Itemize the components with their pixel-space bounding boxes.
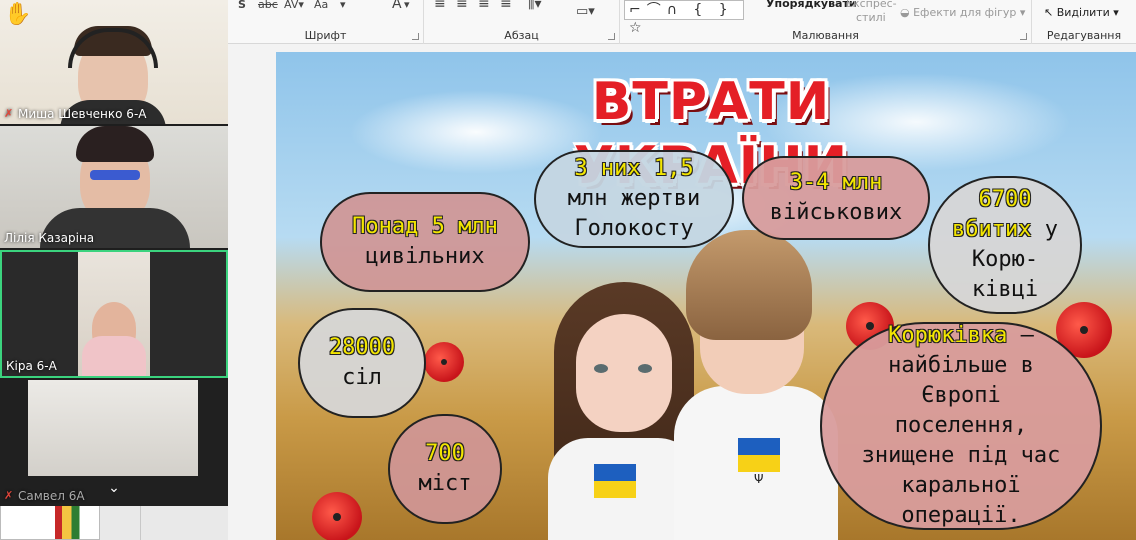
fact-text: млн жертви Голокосту <box>567 186 701 241</box>
fact-highlight: 28000 <box>328 335 396 360</box>
poppy-decoration <box>424 342 464 382</box>
participant-name: ✗ Миша Шевченко 6-А <box>4 107 147 121</box>
shapes-gallery[interactable]: ⌐⌒∩ { } ☆ <box>624 0 744 36</box>
dialog-launcher-icon[interactable] <box>412 33 419 40</box>
trident-icon: Ψ <box>754 472 764 486</box>
align-right-icon[interactable]: ≡ <box>478 0 490 12</box>
participant-tile[interactable]: Лілія Казаріна <box>0 126 228 248</box>
dialog-launcher-icon[interactable] <box>608 33 615 40</box>
convert-smartart-icon[interactable]: ▭▾ <box>576 4 595 19</box>
strikethrough-button[interactable]: abc <box>258 0 278 11</box>
shape-effects-label: Ефекти для фігур <box>913 6 1017 19</box>
quick-styles-button[interactable]: Експрес- <box>846 0 897 10</box>
fact-bubble-civilians[interactable]: Понад 5 млн цивільних <box>320 192 530 292</box>
ribbon: S abc AV▾ Aa ▾ A ▾ Шрифт ≡ ≡ ≡ ≡ ⫼▾ ▭▾ А… <box>228 0 1136 44</box>
font-color-button[interactable]: A <box>392 0 402 12</box>
participant-video <box>28 380 198 476</box>
glasses-icon <box>90 170 140 180</box>
participant-video <box>78 252 150 376</box>
fact-bubble-military[interactable]: 3-4 млн військових <box>742 156 930 240</box>
chevron-down-icon[interactable]: ▾ <box>340 0 346 11</box>
char-spacing-button[interactable]: AV▾ <box>284 0 304 11</box>
ribbon-group-label: Малювання <box>792 29 859 42</box>
select-label: Виділити <box>1056 6 1110 19</box>
participant-name: Лілія Казаріна <box>4 231 95 245</box>
fact-highlight: 3-4 млн <box>789 170 883 195</box>
arrange-button[interactable]: Упорядкувати <box>766 0 857 10</box>
align-left-icon[interactable]: ≡ <box>434 0 446 12</box>
fact-bubble-cities[interactable]: 700 міст <box>388 414 502 524</box>
select-button[interactable]: ↖ Виділити ▾ <box>1044 6 1119 19</box>
fact-text: – найбільше в Європі поселення, знищене … <box>861 323 1061 528</box>
chevron-down-icon[interactable]: ⌄ <box>104 480 124 498</box>
fact-highlight: Понад 5 млн <box>352 214 498 239</box>
ukraine-flag <box>738 438 780 472</box>
fact-text: цивільних <box>365 244 485 269</box>
ribbon-group-drawing: ⌐⌒∩ { } ☆ Упорядкувати Експрес- стилі ◒ … <box>620 0 1032 44</box>
slide-title[interactable]: ВТРАТИ УКРАЇНИ <box>486 70 936 196</box>
participant-body <box>82 336 146 376</box>
fact-text: військових <box>769 200 903 225</box>
participant-tile[interactable]: ✋ ✗ Миша Шевченко 6-А <box>0 0 228 124</box>
slide-canvas[interactable]: Ψ ВТРАТИ УКРАЇНИ Понад 5 млн цивільних 3 … <box>276 52 1136 540</box>
quick-styles-button-line2: стилі <box>856 11 886 24</box>
eye <box>594 364 608 373</box>
fact-bubble-koriukivka[interactable]: Корюківка – найбільше в Європі поселення… <box>820 322 1102 530</box>
participant-hair <box>76 126 154 162</box>
columns-icon[interactable]: ⫼▾ <box>528 0 541 12</box>
ukraine-flag <box>594 464 636 498</box>
fact-text: сіл <box>342 365 382 390</box>
fact-bubble-koriukivka-victims[interactable]: 6700 вбитих у Корю-ківці <box>928 176 1082 314</box>
ribbon-group-label: Редагування <box>1046 29 1122 42</box>
ribbon-group-label: Абзац <box>504 29 539 42</box>
ribbon-group-label: Шрифт <box>304 29 347 42</box>
app-window: S abc AV▾ Aa ▾ A ▾ Шрифт ≡ ≡ ≡ ≡ ⫼▾ ▭▾ А… <box>0 0 1136 540</box>
fact-bubble-holocaust[interactable]: 3 них 1,5 млн жертви Голокосту <box>534 150 734 248</box>
boy-shirt: Ψ <box>674 386 838 540</box>
align-center-icon[interactable]: ≡ <box>456 0 468 12</box>
ribbon-group-editing: ↖ Виділити ▾ Редагування <box>1032 0 1136 44</box>
video-call-panel: ✋ ✗ Миша Шевченко 6-А Лілія Казаріна Кіра… <box>0 0 228 506</box>
fact-highlight: Корюківка <box>888 323 1008 348</box>
girl-face <box>576 314 672 432</box>
fact-highlight: 6700 вбитих <box>952 187 1032 242</box>
poppy-decoration <box>312 492 362 540</box>
dialog-launcher-icon[interactable] <box>1020 33 1027 40</box>
participant-name: Кіра 6-А <box>6 359 57 373</box>
mic-off-icon: ✗ <box>4 489 14 502</box>
bold-button[interactable]: S <box>238 0 246 11</box>
boy-hair <box>686 230 812 340</box>
ribbon-group-paragraph: ≡ ≡ ≡ ≡ ⫼▾ ▭▾ Абзац <box>424 0 620 44</box>
shape-effects-button[interactable]: ◒ Ефекти для фігур ▾ <box>900 6 1025 19</box>
mic-off-icon: ✗ <box>4 107 14 120</box>
participant-name: ✗ Самвел 6А <box>4 489 85 503</box>
raised-hand-icon: ✋ <box>4 2 32 27</box>
fact-text: міст <box>418 471 472 496</box>
chevron-down-icon[interactable]: ▾ <box>404 0 410 11</box>
justify-icon[interactable]: ≡ <box>500 0 512 12</box>
fact-highlight: 3 них 1,5 <box>574 156 694 181</box>
change-case-button[interactable]: Aa <box>314 0 328 11</box>
fact-bubble-villages[interactable]: 28000 сіл <box>298 308 426 418</box>
participant-tile-active[interactable]: Кіра 6-А <box>0 250 228 378</box>
eye <box>638 364 652 373</box>
slide-thumbnail[interactable] <box>0 504 100 540</box>
ribbon-group-font: S abc AV▾ Aa ▾ A ▾ Шрифт <box>228 0 424 44</box>
fact-highlight: 700 <box>425 441 465 466</box>
